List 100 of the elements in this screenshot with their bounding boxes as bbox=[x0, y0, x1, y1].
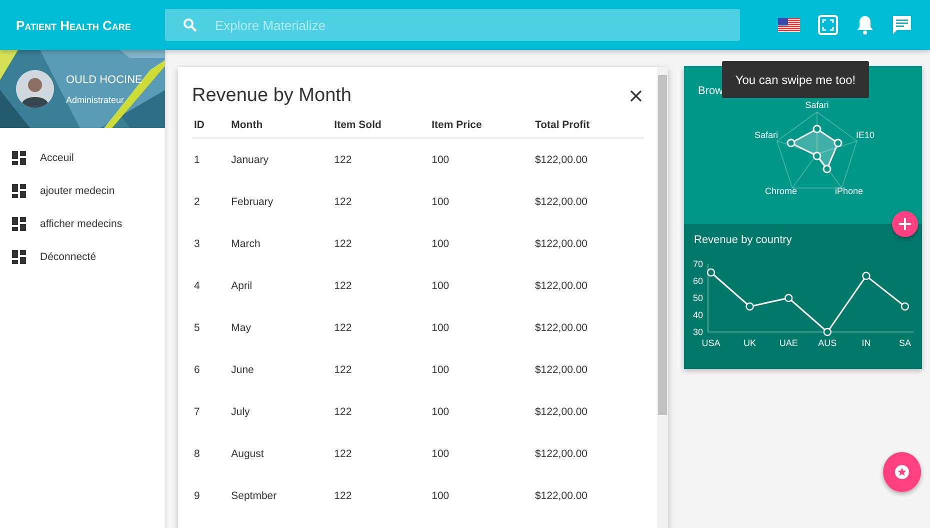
axis-tick-label: 50 bbox=[693, 293, 704, 303]
data-point bbox=[862, 272, 870, 280]
tooltip: You can swipe me too! bbox=[722, 61, 869, 98]
table-cell: 7 bbox=[194, 406, 200, 418]
axis-tick-label: 60 bbox=[693, 276, 704, 286]
table-cell: 9 bbox=[194, 490, 200, 502]
dashboard-icon bbox=[12, 184, 26, 198]
user-name: OULD HOCINE bbox=[66, 74, 142, 86]
table-cell: 100 bbox=[432, 238, 450, 250]
radar-label: IE10 bbox=[856, 130, 875, 140]
radar-label: iPhone bbox=[834, 186, 864, 196]
dashboard-icon bbox=[12, 151, 26, 165]
dashboard-icon bbox=[12, 217, 26, 231]
plus-icon bbox=[899, 218, 911, 230]
sidebar-item[interactable]: ajouter medecin bbox=[0, 183, 165, 199]
scrollbar[interactable] bbox=[657, 67, 668, 528]
table-cell: 122 bbox=[334, 490, 352, 502]
data-point bbox=[746, 302, 754, 311]
table-cell: February bbox=[231, 196, 274, 208]
table-cell: $122,00.00 bbox=[534, 280, 588, 292]
sidebar-item[interactable]: afficher medecins bbox=[0, 216, 165, 232]
chat-icon[interactable] bbox=[892, 15, 912, 35]
table-cell: 100 bbox=[432, 322, 450, 334]
table-cell: 122 bbox=[334, 154, 352, 166]
column-header: Total Profit bbox=[532, 115, 644, 138]
chart-title: Revenue by country bbox=[693, 234, 793, 246]
table-cell: 100 bbox=[432, 364, 450, 376]
column-header: Item Price bbox=[430, 115, 533, 138]
search-field[interactable]: Explore Materialize bbox=[165, 9, 740, 41]
table-cell: April bbox=[231, 280, 252, 292]
category-label: USA bbox=[702, 338, 720, 348]
table-cell: 100 bbox=[432, 448, 450, 460]
table-cell: July bbox=[231, 406, 250, 418]
table-cell: 122 bbox=[334, 196, 352, 208]
search-icon bbox=[183, 18, 197, 32]
table-cell: 122 bbox=[334, 280, 352, 292]
table-cell: January bbox=[231, 154, 268, 166]
sidebar-item-label: Déconnecté bbox=[40, 251, 96, 263]
card-title: Brow bbox=[698, 85, 724, 97]
sidebar-item-label: ajouter medecin bbox=[40, 185, 115, 197]
data-point bbox=[823, 328, 832, 336]
data-point bbox=[706, 268, 716, 277]
table-cell: 122 bbox=[334, 364, 352, 376]
table-cell: Septmber bbox=[231, 490, 277, 502]
table-cell: 8 bbox=[194, 448, 200, 460]
table-cell: 5 bbox=[194, 322, 200, 334]
axis-tick-label: 40 bbox=[693, 310, 704, 320]
table-cell: $122,00.00 bbox=[534, 322, 588, 334]
table-cell: 100 bbox=[432, 154, 450, 166]
column-header: ID bbox=[192, 115, 230, 138]
table-cell: 100 bbox=[432, 280, 450, 292]
table-cell: June bbox=[231, 364, 254, 376]
sidebar-item-label: afficher medecins bbox=[40, 218, 122, 230]
close-icon[interactable] bbox=[630, 90, 642, 102]
table-cell: 6 bbox=[194, 364, 200, 376]
column-header: Month bbox=[229, 115, 332, 138]
table-cell: $122,00.00 bbox=[534, 448, 588, 460]
table-cell: 4 bbox=[194, 280, 200, 292]
table-cell: 122 bbox=[334, 322, 352, 334]
sidebar-item[interactable]: Acceuil bbox=[0, 150, 165, 166]
favorite-button[interactable] bbox=[883, 452, 921, 492]
fullscreen-icon[interactable] bbox=[818, 15, 838, 35]
category-label: AUS bbox=[818, 338, 837, 348]
star-icon bbox=[895, 465, 909, 479]
data-point bbox=[900, 302, 910, 311]
table-cell: $122,00.00 bbox=[534, 238, 588, 250]
table-cell: 1 bbox=[194, 154, 200, 166]
sidebar-item[interactable]: Déconnecté bbox=[0, 249, 165, 265]
modal-title: Revenue by Month bbox=[192, 85, 352, 107]
column-header: Item Sold bbox=[332, 115, 430, 138]
table-cell: $122,00.00 bbox=[534, 490, 588, 502]
table-cell: 2 bbox=[194, 196, 200, 208]
table-cell: $122,00.00 bbox=[534, 364, 588, 376]
radar-label: Chrome bbox=[765, 186, 797, 196]
table-cell: 100 bbox=[432, 196, 450, 208]
dashboard-icon bbox=[12, 250, 26, 264]
axis-tick-label: 70 bbox=[693, 259, 704, 269]
app-title: Patient Health Care bbox=[15, 18, 132, 32]
category-label: UK bbox=[744, 338, 756, 348]
data-point bbox=[784, 294, 793, 302]
category-label: SA bbox=[899, 338, 911, 348]
table-cell: $122,00.00 bbox=[534, 406, 588, 418]
table-cell: August bbox=[231, 448, 264, 460]
flag-icon[interactable] bbox=[778, 18, 800, 32]
user-role: Administrateur bbox=[66, 94, 126, 104]
radar-label: Safari bbox=[754, 130, 778, 140]
table-cell: May bbox=[231, 322, 251, 334]
table-cell: 122 bbox=[334, 406, 352, 418]
axis-tick-label: 30 bbox=[693, 327, 704, 337]
table-cell: $122,00.00 bbox=[534, 196, 588, 208]
category-label: IN bbox=[862, 338, 871, 348]
table-cell: 100 bbox=[432, 406, 450, 418]
notification-bell-icon[interactable] bbox=[856, 15, 874, 35]
sidebar-item-label: Acceuil bbox=[40, 152, 74, 164]
radar-label: Safari bbox=[805, 100, 829, 110]
category-label: UAE bbox=[779, 338, 798, 348]
table-cell: 122 bbox=[334, 448, 352, 460]
table-cell: 100 bbox=[432, 490, 450, 502]
table-cell: 122 bbox=[334, 238, 352, 250]
table-cell: $122,00.00 bbox=[534, 154, 588, 166]
